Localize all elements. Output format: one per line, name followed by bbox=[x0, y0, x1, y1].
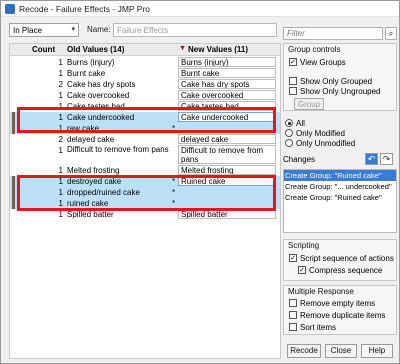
radio-only-unmodified-label: Only Unmodified bbox=[296, 139, 356, 148]
multiple-response-title: Multiple Response bbox=[288, 287, 354, 296]
count-cell: 2 bbox=[58, 135, 63, 144]
new-value-cell[interactable]: Difficult to remove from pans bbox=[178, 145, 276, 164]
show-only-grouped-checkbox[interactable] bbox=[289, 77, 297, 85]
show-only-ungrouped-label: Show Only Ungrouped bbox=[300, 87, 381, 96]
selection-marker bbox=[12, 198, 15, 209]
new-value-cell[interactable]: Cake overcooked bbox=[178, 90, 276, 100]
old-value-cell: Cake has dry spots bbox=[67, 80, 136, 89]
new-value-cell[interactable]: delayed cake bbox=[178, 134, 276, 144]
old-value-cell: Difficult to remove from pans bbox=[67, 145, 169, 154]
compress-sequence-checkbox[interactable]: ✓ bbox=[298, 266, 306, 274]
radio-all[interactable] bbox=[285, 119, 293, 127]
count-cell: 1 bbox=[58, 91, 63, 100]
group-controls-title: Group controls bbox=[288, 45, 341, 54]
close-button[interactable]: Close bbox=[325, 344, 357, 358]
changes-list[interactable]: Create Group: "Ruined cake" Create Group… bbox=[283, 169, 397, 233]
table-row[interactable]: 2 delayed cake delayed cake bbox=[10, 134, 280, 145]
radio-only-modified[interactable] bbox=[285, 129, 293, 137]
selection-marker bbox=[12, 112, 15, 123]
recode-button[interactable]: Recode bbox=[287, 344, 321, 358]
new-value-cell[interactable]: Melted frosting bbox=[178, 165, 276, 175]
new-values-menu-icon[interactable]: ▼ bbox=[179, 45, 186, 52]
view-groups-checkbox[interactable]: ✓ bbox=[289, 58, 297, 66]
table-row[interactable]: 1 Burnt cake Burnt cake bbox=[10, 68, 280, 79]
new-value-cell[interactable]: Cake has dry spots bbox=[178, 79, 276, 89]
count-cell: 1 bbox=[58, 58, 63, 67]
scripting-title: Scripting bbox=[288, 241, 320, 250]
selection-marker bbox=[12, 187, 15, 198]
recode-window: Recode - Failure Effects - JMP Pro In Pl… bbox=[0, 0, 400, 364]
show-only-grouped-label: Show Only Grouped bbox=[300, 77, 373, 86]
radio-only-modified-label: Only Modified bbox=[296, 129, 345, 138]
count-cell: 1 bbox=[58, 69, 63, 78]
count-column-header[interactable]: Count bbox=[32, 45, 55, 54]
selection-marker bbox=[12, 123, 15, 134]
title-bar: Recode - Failure Effects - JMP Pro bbox=[1, 1, 399, 17]
old-value-cell: Burnt cake bbox=[67, 69, 106, 78]
compress-sequence-label: Compress sequence bbox=[309, 266, 383, 275]
redo-icon[interactable]: ↷ bbox=[380, 153, 393, 165]
new-values-column-header[interactable]: New Values (11) bbox=[188, 45, 248, 54]
remove-empty-checkbox[interactable] bbox=[289, 299, 297, 307]
highlight-box-undercooked bbox=[17, 107, 276, 133]
new-value-cell[interactable]: Burnt cake bbox=[178, 68, 276, 78]
jmp-app-icon bbox=[5, 3, 15, 14]
sort-items-checkbox[interactable] bbox=[289, 323, 297, 331]
radio-only-unmodified[interactable] bbox=[285, 139, 293, 147]
selection-marker bbox=[12, 176, 15, 187]
multiple-response-panel: Multiple Response Remove empty items Rem… bbox=[283, 285, 397, 335]
old-value-cell: delayed cake bbox=[67, 135, 115, 144]
search-icon[interactable]: ⌕ bbox=[385, 27, 397, 40]
table-row[interactable]: 2 Cake has dry spots Cake has dry spots bbox=[10, 79, 280, 90]
changes-title: Changes bbox=[283, 155, 316, 164]
window-title: Recode - Failure Effects - JMP Pro bbox=[19, 3, 151, 14]
scripting-panel: Scripting ✓ Script sequence of actions ✓… bbox=[283, 239, 397, 281]
group-controls-panel: Group controls ✓ View Groups Show Only G… bbox=[283, 43, 397, 111]
highlight-box-ruined bbox=[17, 175, 276, 211]
remove-duplicate-checkbox[interactable] bbox=[289, 311, 297, 319]
old-value-cell: Cake overcooked bbox=[67, 91, 130, 100]
table-row[interactable]: 1 Difficult to remove from pans Difficult … bbox=[10, 145, 280, 165]
sort-items-label: Sort items bbox=[300, 323, 337, 332]
recode-mode-value: In Place bbox=[13, 25, 42, 35]
grid-header: Count Old Values (14) ▼ New Values (11) bbox=[10, 44, 280, 56]
old-values-column-header[interactable]: Old Values (14) bbox=[67, 45, 124, 54]
script-sequence-checkbox[interactable]: ✓ bbox=[289, 254, 297, 262]
name-input[interactable]: Failure Effects bbox=[113, 23, 277, 37]
count-cell: 2 bbox=[58, 80, 63, 89]
view-groups-label: View Groups bbox=[300, 58, 346, 67]
help-button[interactable]: Help bbox=[361, 344, 393, 358]
undo-icon[interactable]: ↶ bbox=[365, 153, 378, 165]
radio-all-label: All bbox=[296, 119, 305, 128]
script-sequence-label: Script sequence of actions bbox=[300, 254, 394, 263]
change-item[interactable]: Create Group: "Ruined cake" bbox=[284, 170, 396, 181]
name-label: Name: bbox=[87, 25, 111, 34]
old-value-cell: Burns (injury) bbox=[67, 58, 115, 67]
chevron-down-icon: ▾ bbox=[71, 26, 75, 33]
show-only-ungrouped-checkbox[interactable] bbox=[289, 87, 297, 95]
recode-mode-select[interactable]: In Place ▾ bbox=[9, 23, 79, 37]
group-button[interactable]: Group bbox=[294, 98, 324, 110]
table-row[interactable]: 1 Burns (injury) Burns (injury) bbox=[10, 57, 280, 68]
filter-input[interactable]: Filter bbox=[283, 27, 383, 40]
change-item[interactable]: Create Group: "... undercooked" bbox=[284, 181, 396, 192]
remove-empty-label: Remove empty items bbox=[300, 299, 376, 308]
count-cell: 1 bbox=[58, 146, 63, 155]
new-value-cell[interactable]: Burns (injury) bbox=[178, 57, 276, 67]
remove-duplicate-label: Remove duplicate items bbox=[300, 311, 386, 320]
recode-toolbar: In Place ▾ Name: Failure Effects bbox=[1, 23, 281, 39]
table-row[interactable]: 1 Cake overcooked Cake overcooked bbox=[10, 90, 280, 101]
change-item[interactable]: Create Group: "Ruined cake" bbox=[284, 192, 396, 203]
